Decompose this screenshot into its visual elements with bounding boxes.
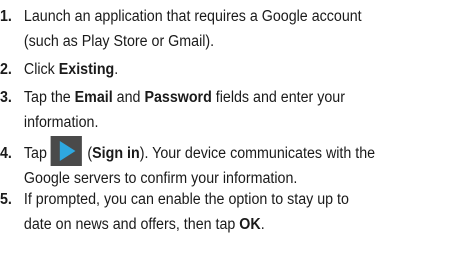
step-text-end: . [114, 61, 119, 78]
step-text-end: fields and enter your [211, 89, 345, 106]
step-text: Click [23, 61, 59, 78]
existing-label: Existing [58, 61, 115, 78]
step-number: 2. [0, 61, 12, 78]
step-number: 3. [0, 89, 12, 106]
step-1: 1. Launch an application that requires a … [0, 4, 362, 54]
step-number: 4. [0, 145, 12, 162]
step-text: If prompted, you can enable the option t… [23, 191, 349, 208]
step-text-end: . Your device communicates with the [144, 145, 376, 162]
step-text: Launch an application that requires a Go… [23, 8, 362, 25]
step-5: 5. If prompted, you can enable the option… [0, 187, 349, 237]
instruction-steps: 1. Launch an application that requires a … [0, 0, 472, 270]
step-text-continued: Google servers to confirm your informati… [23, 170, 298, 187]
step-number: 1. [0, 8, 12, 25]
step-text: Tap [23, 145, 47, 162]
step-text-continued: (such as Play Store or Gmail). [23, 33, 215, 50]
step-text-mid: and [112, 89, 145, 106]
email-label: Email [74, 89, 113, 106]
step-text-end: . [260, 216, 265, 233]
step-text-continued: information. [23, 114, 99, 131]
sign-in-label: Sign in [92, 145, 140, 162]
play-arrow-icon [50, 136, 82, 166]
step-text-continued: date on news and offers, then tap [23, 216, 240, 233]
step-2: 2. Click Existing. [0, 57, 118, 82]
ok-label: OK [239, 216, 261, 233]
step-text: Tap the [23, 89, 75, 106]
step-4: 4. Tap (Sign in). Your device communicates… [0, 136, 375, 191]
password-label: Password [144, 89, 212, 106]
step-number: 5. [0, 191, 12, 208]
step-3: 3. Tap the Email and Password fields and … [0, 85, 345, 135]
